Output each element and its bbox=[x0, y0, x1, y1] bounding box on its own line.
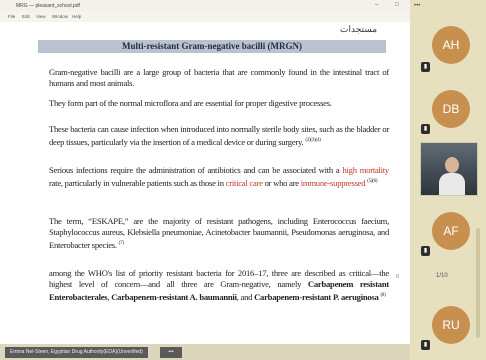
paragraph-3-text: These bacteria can cause infection when … bbox=[49, 124, 389, 148]
document-heading: Multi-resistant Gram-negative bacilli (M… bbox=[38, 40, 386, 53]
mic-muted-icon: ▮ bbox=[421, 340, 430, 350]
participant-page-count: 1/10 bbox=[436, 273, 448, 279]
window-title: MRG — pleasant_school.pdf bbox=[16, 3, 80, 9]
panel-scrollbar[interactable] bbox=[476, 228, 480, 338]
person-head-shape bbox=[445, 157, 459, 173]
paragraph-4-text-c: or who are bbox=[264, 178, 300, 189]
paragraph-5-ref: (7) bbox=[118, 241, 124, 247]
mic-muted-icon: ▮ bbox=[421, 124, 430, 134]
menu-bar: File Edit View Window Help bbox=[0, 12, 410, 22]
mic-muted-icon: ▮ bbox=[421, 62, 430, 72]
paragraph-2: They form part of the normal microflora … bbox=[49, 98, 332, 108]
person-body-shape bbox=[439, 173, 465, 195]
menu-file[interactable]: File bbox=[8, 14, 15, 19]
participant-video-tile[interactable] bbox=[420, 142, 478, 196]
more-options-button[interactable]: ••• bbox=[160, 347, 182, 358]
highlight-immune-suppressed: immune-suppressed bbox=[300, 178, 366, 189]
paragraph-4: Serious infections require the administr… bbox=[49, 165, 389, 189]
menu-view[interactable]: View bbox=[36, 14, 46, 19]
participant-avatar-ah[interactable]: AH bbox=[432, 26, 470, 64]
page-marker: 8 bbox=[396, 274, 399, 280]
paragraph-4-text-b: rate, particularly in vulnerable patient… bbox=[49, 178, 224, 189]
meeting-status-bar: Emma Nel-Steen, Egyptian Drug Authority(… bbox=[0, 344, 410, 360]
bold-cra: Carbapenem-resistant A. baumannii bbox=[111, 292, 237, 303]
paragraph-6: among the WHO's list of priority resista… bbox=[49, 268, 389, 303]
paragraph-6-comma: , bbox=[107, 292, 110, 303]
paragraph-5-text: The term, “ESKAPE,” are the majority of … bbox=[49, 216, 389, 251]
paragraph-6-ref: (8) bbox=[380, 293, 386, 299]
participant-avatar-ru[interactable]: RU bbox=[432, 306, 470, 344]
menu-help[interactable]: Help bbox=[72, 14, 81, 19]
document-page[interactable]: مستجدات Multi-resistant Gram-negative ba… bbox=[0, 22, 410, 344]
header-logo-text: مستجدات bbox=[340, 24, 378, 34]
maximize-button[interactable]: □ bbox=[395, 2, 399, 8]
mic-muted-icon: ▮ bbox=[421, 246, 430, 256]
participant-avatar-af[interactable]: AF bbox=[432, 212, 470, 250]
paragraph-6-and: , and bbox=[236, 292, 253, 303]
presenter-name-chip[interactable]: Emma Nel-Steen, Egyptian Drug Authority(… bbox=[5, 347, 148, 358]
panel-options-button[interactable]: ••• bbox=[414, 3, 420, 9]
minimize-button[interactable]: – bbox=[375, 2, 378, 8]
highlight-critical-care: critical care bbox=[225, 178, 263, 189]
menu-window[interactable]: Window bbox=[52, 14, 68, 19]
bold-crpa: Carbapenem-resistant P. aeruginosa bbox=[254, 292, 379, 303]
menu-edit[interactable]: Edit bbox=[22, 14, 30, 19]
highlight-high-mortality: high mortality bbox=[342, 165, 389, 175]
participant-avatar-db[interactable]: DB bbox=[432, 90, 470, 128]
paragraph-3-ref: (2)(3)(4) bbox=[305, 138, 321, 144]
paragraph-4-text-a: Serious infections require the administr… bbox=[49, 165, 340, 175]
paragraph-1: Gram-negative bacilli are a large group … bbox=[49, 67, 389, 89]
paragraph-5: The term, “ESKAPE,” are the majority of … bbox=[49, 216, 389, 251]
paragraph-4-ref: (5)(6) bbox=[367, 179, 378, 185]
paragraph-3: These bacteria can cause infection when … bbox=[49, 124, 389, 148]
